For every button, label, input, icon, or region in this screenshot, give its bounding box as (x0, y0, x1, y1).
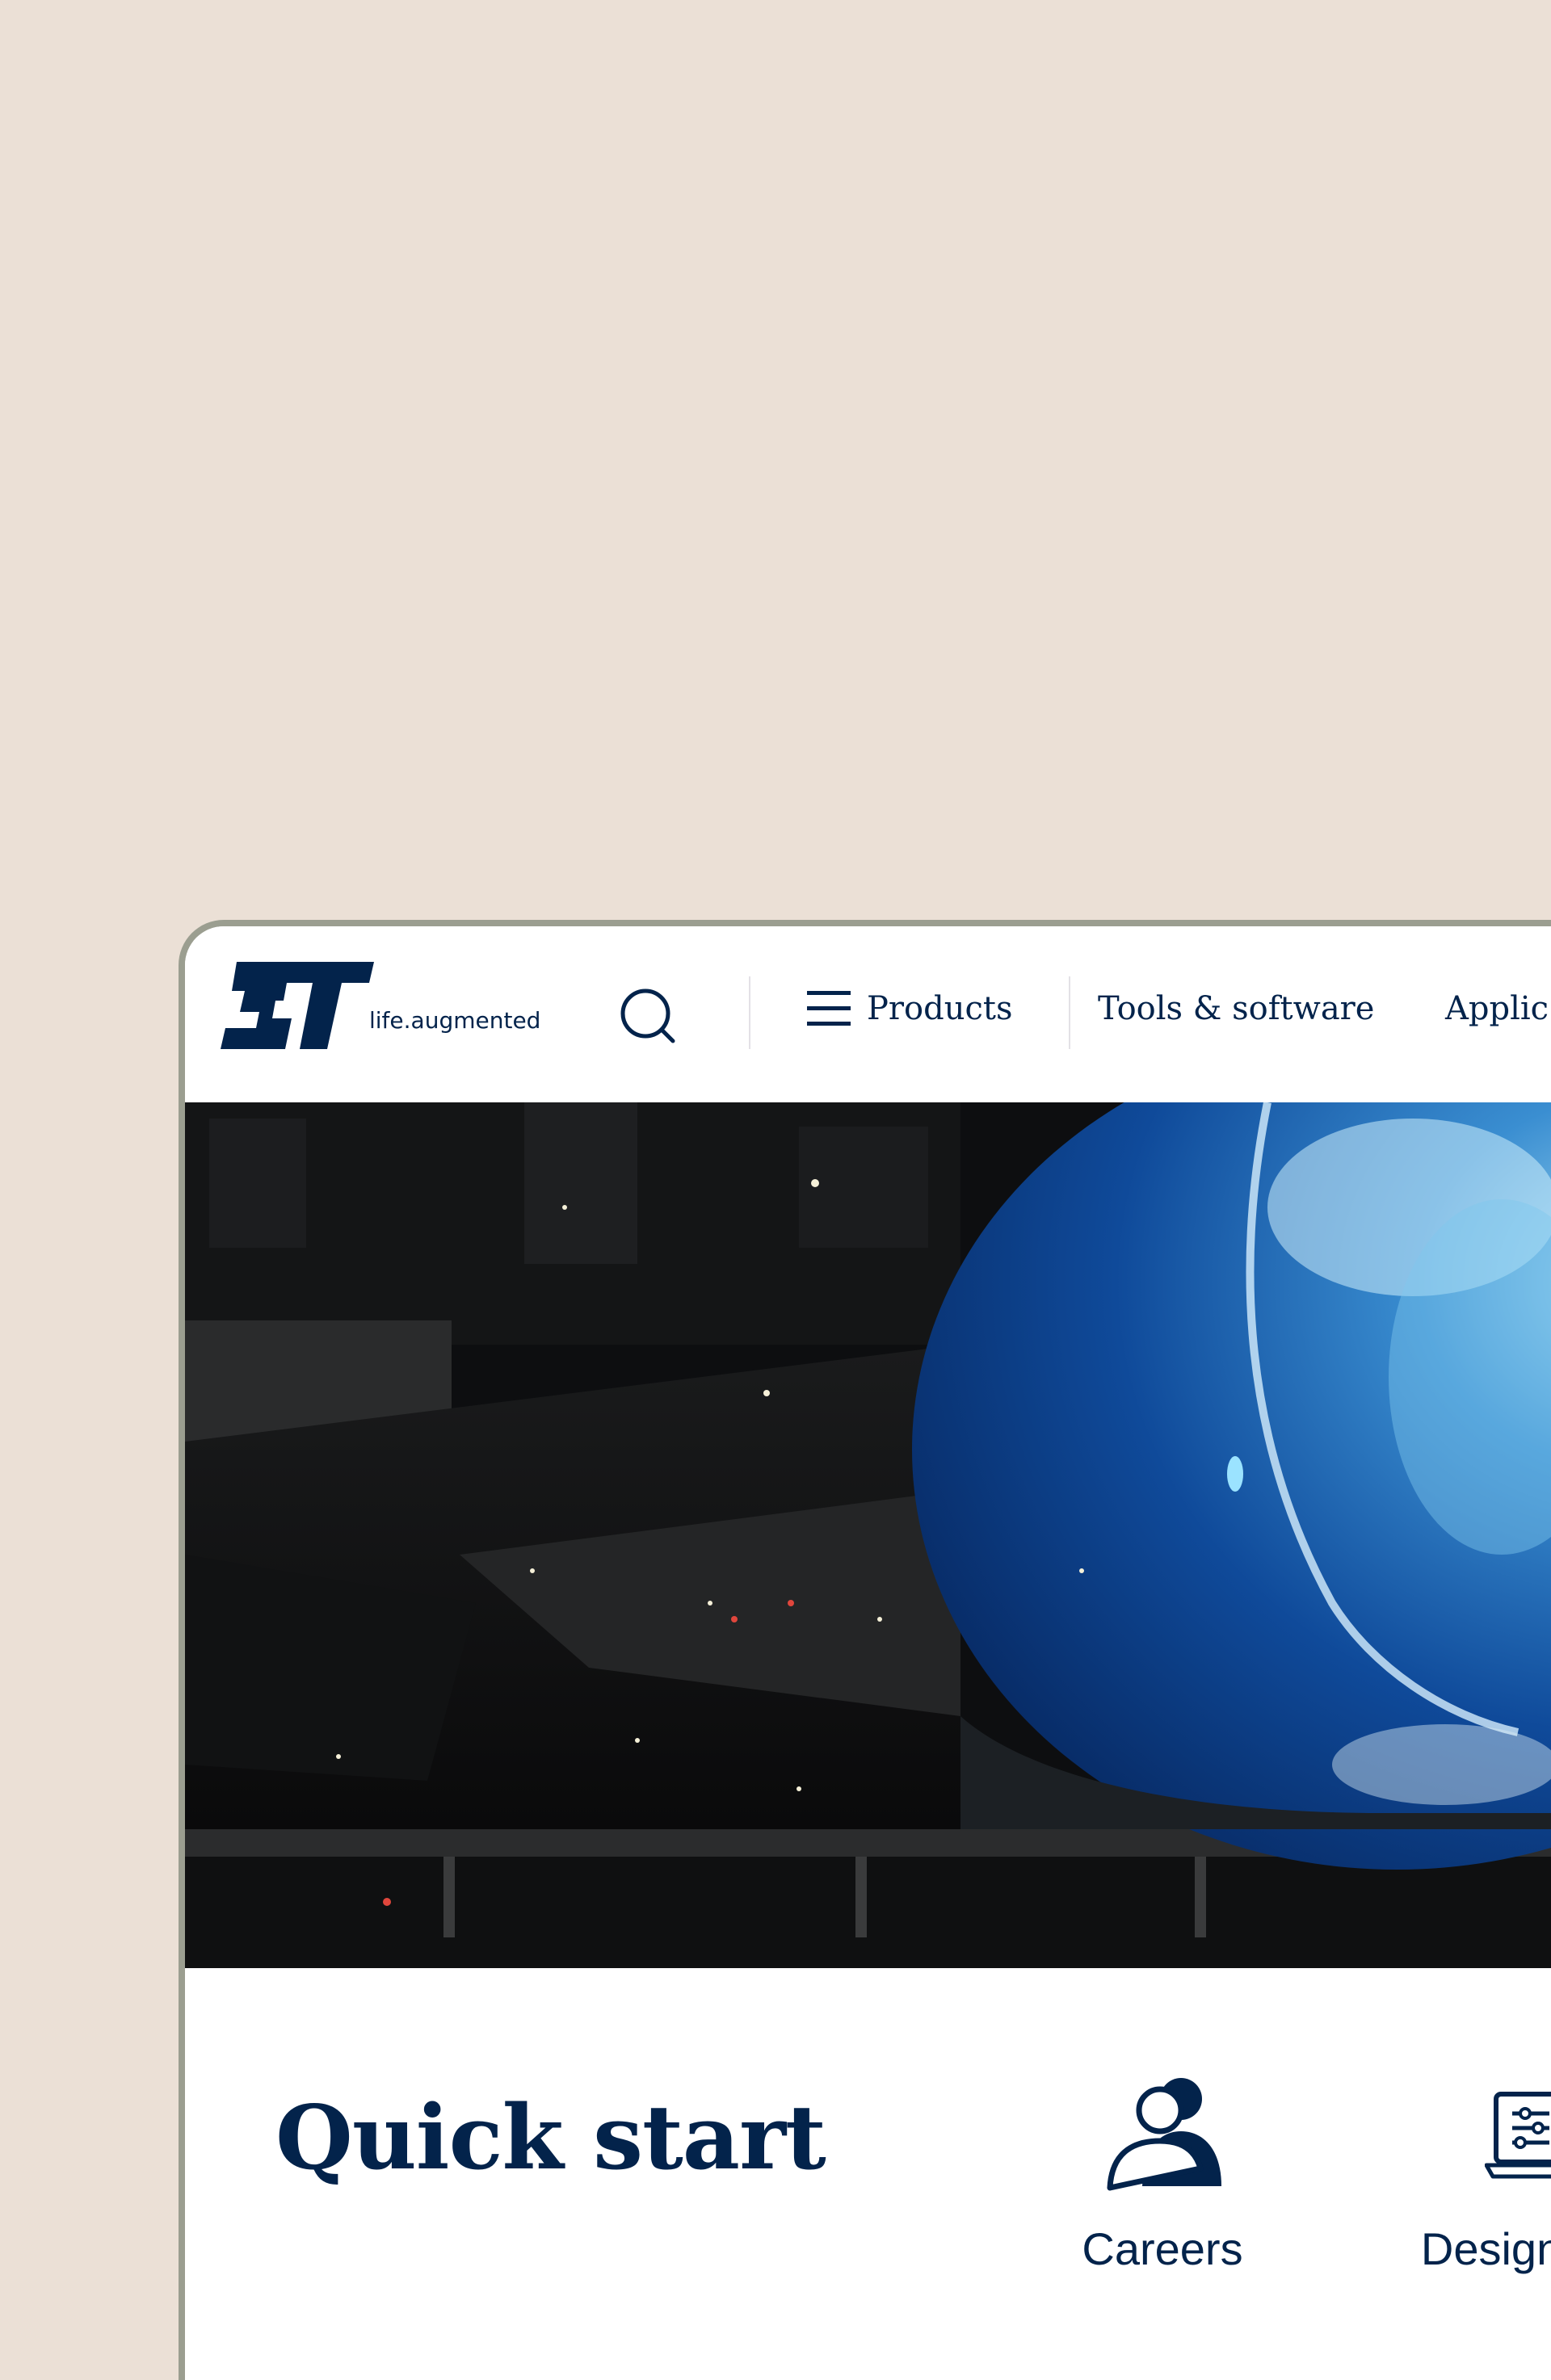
top-navigation: life.augmented Products Tools & software… (185, 926, 1551, 1102)
quick-start-design-tools[interactable]: Design tools (1400, 2073, 1551, 2291)
quick-start-label: Careers (1082, 2223, 1243, 2274)
nav-item-tools-software[interactable]: Tools & software (1098, 984, 1374, 1033)
nav-item-label: Tools & software (1098, 990, 1375, 1027)
search-button[interactable] (616, 984, 681, 1049)
st-logo-mark-icon (221, 962, 374, 1049)
nav-item-label: Products (867, 990, 1013, 1027)
nav-item-products[interactable]: Products (807, 984, 1013, 1033)
person-group-icon (1107, 2078, 1221, 2191)
st-logo[interactable]: life.augmented (221, 960, 544, 1049)
hamburger-icon (807, 991, 851, 1026)
device-frame: life.augmented Products Tools & software… (179, 920, 1551, 2380)
quick-start-title: Quick start (275, 2085, 826, 2189)
hero-image (185, 1102, 1551, 1968)
quick-start-careers[interactable]: Careers (1017, 2073, 1308, 2291)
quick-start-label: Design tools (1420, 2223, 1551, 2274)
nav-divider (749, 976, 750, 1049)
search-icon (620, 989, 675, 1043)
nav-item-label: Applic (1445, 990, 1549, 1027)
quick-start-section: Quick start Careers Design (185, 1968, 1551, 2380)
nav-divider (1069, 976, 1070, 1049)
laptop-sliders-icon (1485, 2092, 1551, 2179)
nav-item-applications[interactable]: Applic (1445, 984, 1549, 1033)
hero-illustration (185, 1102, 1551, 1968)
brand-tagline: life.augmented (369, 1007, 541, 1034)
